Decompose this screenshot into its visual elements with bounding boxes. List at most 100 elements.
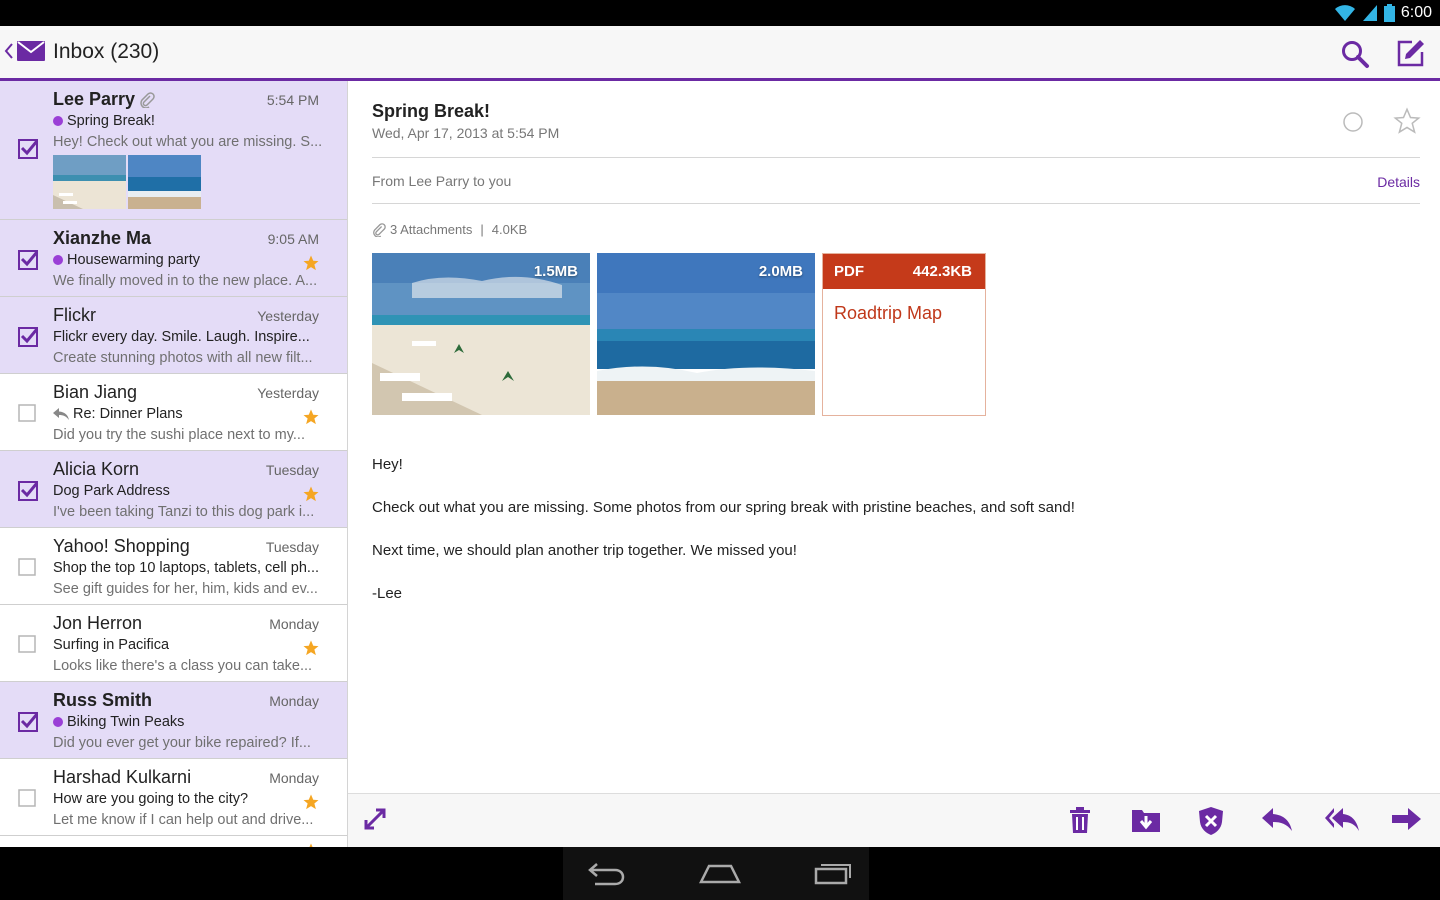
sender-name: Yahoo! Shopping: [53, 536, 190, 556]
sender-name: Alicia Korn: [53, 459, 140, 479]
message-subject: Spring Break!: [53, 113, 155, 129]
sender-name: Jon Herron: [53, 613, 143, 633]
recent-apps-icon[interactable]: [813, 860, 853, 886]
body-paragraph: Check out what you are missing. Some pho…: [372, 499, 1075, 516]
attachment-size: 2.0MB: [758, 263, 803, 280]
list-item[interactable]: Yahoo! Shopping Tuesday Shop the top 10 …: [0, 528, 347, 605]
nav-buttons: [563, 847, 869, 900]
sender-label: Lee Parry: [53, 89, 136, 109]
expand-icon[interactable]: [362, 806, 388, 832]
ocean-thumbnail[interactable]: [128, 155, 201, 209]
from-line: From Lee Parry to you: [372, 173, 512, 189]
message-time: Yesterday: [257, 308, 319, 324]
attachment-thumbnails: [53, 155, 201, 209]
status-bar: 6:00: [0, 0, 1440, 26]
compose-icon[interactable]: [1396, 38, 1426, 68]
reply-all-icon[interactable]: [1324, 806, 1360, 832]
message-preview: We finally moved in to the new place. A.…: [53, 273, 318, 289]
message-subject: Housewarming party: [53, 252, 200, 268]
star-outline-icon[interactable]: [1393, 107, 1421, 135]
mail-icon[interactable]: [17, 41, 45, 61]
message-body: Hey! Check out what you are missing. Som…: [372, 443, 1075, 615]
message-time: Monday: [269, 693, 319, 709]
attachment-pdf[interactable]: PDF 442.3KB Roadtrip Map: [822, 253, 986, 416]
reply-icon[interactable]: [1261, 806, 1293, 832]
forward-icon[interactable]: [1390, 806, 1422, 832]
sender-name: Lee Parry: [53, 89, 155, 110]
home-icon[interactable]: [699, 860, 741, 886]
message-preview: Did you try the sushi place next to my..…: [53, 427, 305, 443]
sender-name: Bian Jiang: [53, 382, 138, 402]
message-title: Spring Break!: [372, 101, 491, 121]
checkbox-checked[interactable]: [18, 139, 38, 159]
attachment-beach-photo[interactable]: 1.5MB: [372, 253, 590, 415]
move-to-folder-icon[interactable]: [1131, 806, 1161, 834]
body-paragraph: Next time, we should plan another trip t…: [372, 542, 797, 559]
attachment-ocean-photo[interactable]: 2.0MB: [597, 253, 815, 415]
message-time: Monday: [269, 616, 319, 632]
list-item-partial[interactable]: [0, 836, 347, 847]
sender-name: Russ Smith: [53, 690, 153, 710]
attachment-icon: [140, 92, 155, 109]
details-link[interactable]: Details: [1377, 174, 1420, 190]
star-filled-icon[interactable]: [302, 485, 320, 503]
list-item[interactable]: Russ Smith Monday Biking Twin Peaks Did …: [0, 682, 347, 759]
checkbox-checked[interactable]: [18, 481, 38, 501]
subject-label: Re: Dinner Plans: [73, 406, 183, 422]
checkbox-empty[interactable]: [18, 789, 38, 809]
message-date: Wed, Apr 17, 2013 at 5:54 PM: [372, 125, 560, 141]
pdf-size: 442.3KB: [912, 263, 972, 280]
unread-dot: [53, 255, 63, 265]
list-item[interactable]: Jon Herron Monday Surfing in Pacifica Lo…: [0, 605, 347, 682]
wifi-icon: [1334, 5, 1355, 21]
chevron-left-icon[interactable]: [4, 41, 14, 61]
attachments-total-size: 4.0KB: [491, 222, 528, 237]
message-subject: Surfing in Pacifica: [53, 637, 170, 653]
checkbox-empty[interactable]: [18, 404, 38, 424]
attachment-size: 1.5MB: [533, 263, 578, 280]
list-item[interactable]: Harshad Kulkarni Monday How are you goin…: [0, 759, 347, 836]
back-icon[interactable]: [587, 860, 627, 886]
message-subject: Flickr every day. Smile. Laugh. Inspire.…: [53, 329, 310, 345]
attachment-icon: [373, 222, 386, 237]
subject-label: Spring Break!: [67, 113, 155, 129]
search-icon[interactable]: [1340, 39, 1370, 69]
message-preview: Let me know if I can help out and drive.…: [53, 812, 314, 828]
spam-shield-icon[interactable]: [1198, 806, 1224, 836]
system-nav-bar: [0, 847, 1440, 900]
delete-icon[interactable]: [1068, 806, 1092, 834]
star-filled-icon[interactable]: [302, 254, 320, 272]
pdf-header: PDF 442.3KB: [823, 254, 985, 289]
star-filled-icon[interactable]: [302, 639, 320, 657]
message-actions-bar: [348, 793, 1440, 848]
checkbox-empty[interactable]: [18, 635, 38, 655]
checkbox-checked[interactable]: [18, 712, 38, 732]
list-item[interactable]: Alicia Korn Tuesday Dog Park Address I'v…: [0, 451, 347, 528]
checkbox-checked[interactable]: [18, 327, 38, 347]
star-filled-icon[interactable]: [302, 793, 320, 811]
list-item[interactable]: Bian Jiang Yesterday Re: Dinner Plans Di…: [0, 374, 347, 451]
message-subject: Dog Park Address: [53, 483, 170, 499]
action-bar: Inbox (230): [0, 26, 1440, 81]
message-subject: Shop the top 10 laptops, tablets, cell p…: [53, 560, 320, 576]
message-time: Tuesday: [265, 462, 319, 478]
beach-thumbnail[interactable]: [53, 155, 126, 209]
pdf-label: PDF: [834, 263, 864, 280]
list-item[interactable]: Lee Parry 5:54 PM Spring Break! Hey! Che…: [0, 81, 347, 220]
attachments-count: 3 Attachments: [390, 222, 473, 237]
message-time: Monday: [269, 770, 319, 786]
checkbox-empty[interactable]: [18, 558, 38, 578]
mark-read-circle-icon[interactable]: [1342, 111, 1364, 133]
message-list: Lee Parry 5:54 PM Spring Break! Hey! Che…: [0, 81, 348, 847]
list-item[interactable]: Xianzhe Ma 9:05 AM Housewarming party We…: [0, 220, 347, 297]
message-preview: Create stunning photos with all new filt…: [53, 350, 313, 366]
checkbox-checked[interactable]: [18, 250, 38, 270]
page-title: Inbox (230): [53, 40, 160, 63]
star-filled-icon[interactable]: [302, 408, 320, 426]
list-item[interactable]: Flickr Yesterday Flickr every day. Smile…: [0, 297, 347, 374]
message-detail: Spring Break! Wed, Apr 17, 2013 at 5:54 …: [348, 81, 1440, 793]
message-time: Yesterday: [257, 385, 319, 401]
clock: 6:00: [1400, 4, 1432, 21]
body-paragraph: Hey!: [372, 456, 403, 473]
unread-dot: [53, 116, 63, 126]
